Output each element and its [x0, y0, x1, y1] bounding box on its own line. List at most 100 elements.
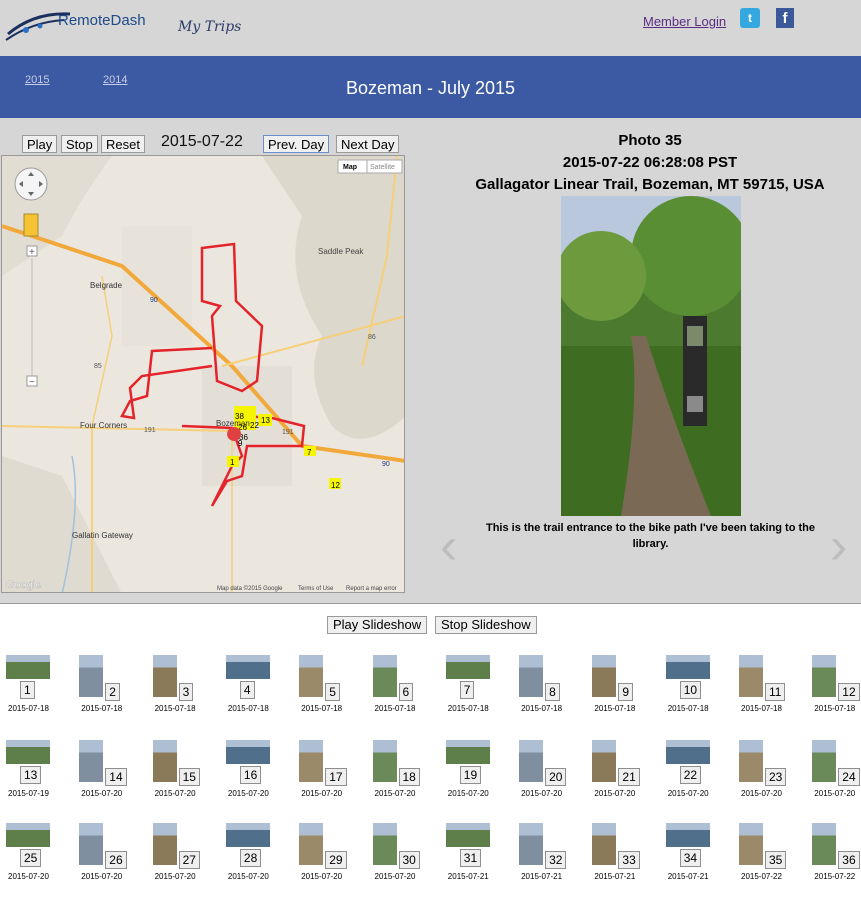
thumbnail-image[interactable]: [79, 823, 104, 865]
facebook-icon[interactable]: f: [776, 8, 794, 28]
photo-thumbnail[interactable]: 24 2015-07-20: [812, 740, 861, 812]
thumbnail-number-button[interactable]: 13: [20, 766, 42, 784]
thumbnail-image[interactable]: [519, 823, 544, 865]
thumbnail-image[interactable]: [79, 655, 104, 697]
twitter-icon[interactable]: t: [740, 8, 760, 28]
thumbnail-number-button[interactable]: 14: [105, 768, 127, 786]
next-photo-arrow-icon[interactable]: ›: [830, 520, 847, 572]
thumbnail-number-button[interactable]: 19: [459, 766, 482, 784]
photo-thumbnail[interactable]: 6 2015-07-18: [372, 655, 445, 727]
thumbnail-image[interactable]: [445, 823, 490, 847]
prev-photo-arrow-icon[interactable]: ‹: [440, 520, 457, 572]
photo-thumbnail[interactable]: 33 2015-07-21: [592, 823, 664, 895]
thumbnail-number-button[interactable]: 15: [178, 768, 200, 786]
thumbnail-image[interactable]: [6, 655, 50, 679]
reset-button[interactable]: Reset: [101, 135, 145, 153]
thumbnail-number-button[interactable]: 1: [20, 681, 35, 699]
thumbnail-image[interactable]: [739, 823, 763, 865]
stop-button[interactable]: Stop: [61, 135, 98, 153]
thumbnail-number-button[interactable]: 4: [239, 681, 255, 699]
thumbnail-number-button[interactable]: 9: [618, 683, 634, 701]
thumbnail-number-button[interactable]: 22: [679, 766, 702, 784]
thumbnail-image[interactable]: [812, 740, 837, 782]
thumbnail-image[interactable]: [592, 740, 617, 782]
thumbnail-number-button[interactable]: 30: [398, 851, 420, 869]
photo-thumbnail[interactable]: 3 2015-07-18: [152, 655, 225, 727]
map-marker-label[interactable]: 1: [230, 458, 235, 467]
thumbnail-image[interactable]: [299, 823, 324, 865]
thumbnail-image[interactable]: [665, 740, 710, 764]
photo-thumbnail[interactable]: 32 2015-07-21: [519, 823, 591, 895]
photo-thumbnail[interactable]: 13 2015-07-19: [6, 740, 78, 812]
play-button[interactable]: Play: [22, 135, 58, 153]
photo-thumbnail[interactable]: 22 2015-07-20: [665, 740, 738, 812]
thumbnail-number-button[interactable]: 6: [398, 683, 414, 701]
photo-thumbnail[interactable]: 2 2015-07-18: [79, 655, 151, 727]
thumbnail-number-button[interactable]: 34: [679, 849, 702, 867]
logo-text[interactable]: RemoteDash: [58, 12, 146, 29]
thumbnail-number-button[interactable]: 21: [618, 768, 640, 786]
thumbnail-image[interactable]: [225, 740, 270, 764]
thumbnail-number-button[interactable]: 33: [618, 851, 640, 869]
photo-thumbnail[interactable]: 21 2015-07-20: [592, 740, 664, 812]
map-marker-label[interactable]: 22: [250, 421, 259, 430]
member-login-link[interactable]: Member Login: [643, 14, 726, 29]
photo-thumbnail[interactable]: 1 2015-07-18: [6, 655, 78, 727]
thumbnail-number-button[interactable]: 17: [325, 768, 347, 786]
photo-thumbnail[interactable]: 25 2015-07-20: [6, 823, 78, 895]
thumbnail-number-button[interactable]: 36: [838, 851, 860, 869]
photo-thumbnail[interactable]: 29 2015-07-20: [299, 823, 371, 895]
pegman-icon[interactable]: [23, 213, 39, 237]
photo-thumbnail[interactable]: 28 2015-07-20: [225, 823, 298, 895]
thumbnail-image[interactable]: [152, 740, 177, 782]
stop-slideshow-button[interactable]: Stop Slideshow: [435, 616, 537, 634]
thumbnail-image[interactable]: [6, 823, 50, 847]
photo-thumbnail[interactable]: 26 2015-07-20: [79, 823, 151, 895]
photo-thumbnail[interactable]: 18 2015-07-20: [372, 740, 445, 812]
thumbnail-image[interactable]: [665, 655, 710, 679]
photo-thumbnail[interactable]: 16 2015-07-20: [225, 740, 298, 812]
photo-thumbnail[interactable]: 19 2015-07-20: [445, 740, 518, 812]
photo-thumbnail[interactable]: 4 2015-07-18: [225, 655, 298, 727]
thumbnail-image[interactable]: [152, 655, 177, 697]
photo-thumbnail[interactable]: 10 2015-07-18: [665, 655, 738, 727]
thumbnail-image[interactable]: [79, 740, 104, 782]
map-type-satellite-button[interactable]: Satellite: [370, 164, 395, 171]
thumbnail-number-button[interactable]: 7: [459, 681, 475, 699]
thumbnail-number-button[interactable]: 16: [239, 766, 262, 784]
photo-thumbnail[interactable]: 23 2015-07-20: [739, 740, 811, 812]
thumbnail-image[interactable]: [812, 655, 837, 697]
photo-thumbnail[interactable]: 30 2015-07-20: [372, 823, 445, 895]
thumbnail-number-button[interactable]: 5: [325, 683, 340, 701]
map-marker-label[interactable]: 9: [238, 439, 243, 448]
photo-thumbnail[interactable]: 7 2015-07-18: [445, 655, 518, 727]
photo-thumbnail[interactable]: 12 2015-07-18: [812, 655, 861, 727]
thumbnail-image[interactable]: [299, 740, 324, 782]
thumbnail-image[interactable]: [152, 823, 177, 865]
prev-day-button[interactable]: Prev. Day: [263, 135, 330, 153]
photo-thumbnail[interactable]: 9 2015-07-18: [592, 655, 664, 727]
terms-link[interactable]: Terms of Use: [298, 586, 334, 592]
thumbnail-number-button[interactable]: 28: [239, 849, 262, 867]
photo-thumbnail[interactable]: 5 2015-07-18: [299, 655, 371, 727]
thumbnail-number-button[interactable]: 29: [325, 851, 347, 869]
thumbnail-image[interactable]: [225, 823, 270, 847]
thumbnail-image[interactable]: [225, 655, 270, 679]
thumbnail-number-button[interactable]: 2: [105, 683, 120, 701]
photo-thumbnail[interactable]: 36 2015-07-22: [812, 823, 861, 895]
thumbnail-image[interactable]: [445, 655, 490, 679]
photo-thumbnail[interactable]: 20 2015-07-20: [519, 740, 591, 812]
map-type-map-button[interactable]: Map: [343, 164, 357, 171]
thumbnail-image[interactable]: [812, 823, 837, 865]
photo-thumbnail[interactable]: 14 2015-07-20: [79, 740, 151, 812]
thumbnail-image[interactable]: [299, 655, 324, 697]
photo-thumbnail[interactable]: 34 2015-07-21: [665, 823, 738, 895]
thumbnail-image[interactable]: [739, 655, 763, 697]
thumbnail-image[interactable]: [372, 740, 397, 782]
map-marker-label[interactable]: 13: [261, 416, 270, 425]
thumbnail-number-button[interactable]: 26: [105, 851, 127, 869]
thumbnail-image[interactable]: [592, 823, 617, 865]
map-marker-label[interactable]: 7: [307, 448, 312, 457]
map-canvas[interactable]: 38 26 36 22 13 12 7 1 9 Belgrade Four Co…: [2, 156, 405, 593]
photo-thumbnail[interactable]: 15 2015-07-20: [152, 740, 225, 812]
